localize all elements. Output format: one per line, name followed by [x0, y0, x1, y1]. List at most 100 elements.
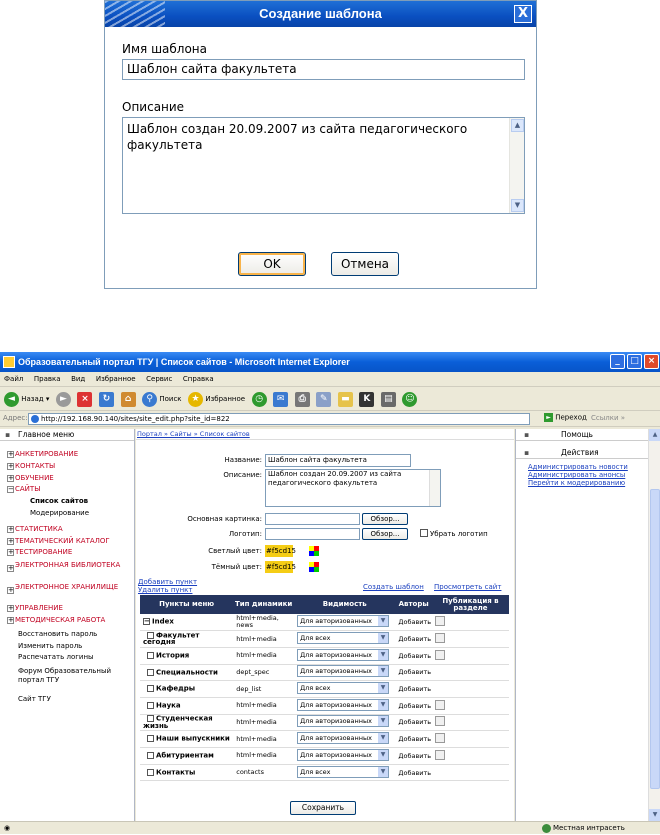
- main-image-input[interactable]: [265, 513, 360, 525]
- address-input[interactable]: http://192.168.90.140/sites/site_edit.ph…: [28, 413, 530, 425]
- cancel-button[interactable]: Отмена: [331, 252, 399, 276]
- nav-item-testing[interactable]: + ТЕСТИРОВАНИЕ: [0, 547, 134, 559]
- ok-button[interactable]: OK: [238, 252, 306, 276]
- authors-cell[interactable]: Добавить: [395, 680, 432, 698]
- nav-item-education[interactable]: + ОБУЧЕНИЕ: [0, 473, 134, 485]
- menu-favorites[interactable]: Избранное: [92, 372, 140, 387]
- messenger-button[interactable]: ☺: [402, 391, 418, 407]
- edit-page-icon[interactable]: [434, 749, 445, 760]
- delete-item-link[interactable]: Удалить пункт: [138, 586, 192, 594]
- logo-input[interactable]: [265, 528, 360, 540]
- authors-cell[interactable]: Добавить: [395, 730, 432, 748]
- edit-page-icon[interactable]: [434, 649, 445, 660]
- nav-item-statistics[interactable]: + СТАТИСТИКА: [0, 524, 134, 536]
- browse-logo-button[interactable]: Обзор...: [362, 528, 408, 540]
- row-checkbox[interactable]: [147, 685, 154, 693]
- row-checkbox[interactable]: [147, 752, 154, 760]
- print-logins-link[interactable]: Распечатать логины: [0, 652, 134, 664]
- forum-link[interactable]: Форум Образовательный портал ТГУ: [0, 664, 120, 694]
- authors-cell[interactable]: Добавить: [395, 714, 432, 732]
- print-button[interactable]: ⎙: [294, 391, 310, 407]
- menu-edit[interactable]: Правка: [30, 372, 65, 387]
- manage-announcements-link[interactable]: Администрировать анонсы: [516, 471, 648, 479]
- dark-palette-icon[interactable]: [309, 562, 319, 572]
- nav-item-catalog[interactable]: + ТЕМАТИЧЕСКИЙ КАТАЛОГ: [0, 536, 134, 548]
- menu-view[interactable]: Вид: [67, 372, 89, 387]
- nav-item-management[interactable]: + УПРАВЛЕНИЕ: [0, 603, 134, 615]
- row-checkbox[interactable]: [147, 651, 154, 659]
- site-description-scrollbar[interactable]: [429, 470, 440, 506]
- row-checkbox[interactable]: [147, 668, 154, 676]
- visibility-select[interactable]: Для авторизованных ▼: [297, 665, 390, 678]
- nav-item-surveys[interactable]: + АНКЕТИРОВАНИЕ: [0, 449, 134, 461]
- save-button[interactable]: Сохранить: [290, 801, 356, 815]
- row-checkbox[interactable]: [147, 735, 154, 743]
- minimize-icon[interactable]: _: [610, 354, 625, 369]
- authors-cell[interactable]: Добавить: [395, 664, 432, 682]
- scroll-thumb[interactable]: [650, 489, 660, 789]
- edit-page-icon[interactable]: [434, 716, 445, 727]
- visibility-select[interactable]: Для авторизованных ▼: [297, 698, 390, 711]
- visibility-select[interactable]: Для авторизованных ▼: [297, 748, 390, 761]
- folder-button[interactable]: ▬: [337, 391, 353, 407]
- authors-cell[interactable]: Добавить: [395, 630, 432, 648]
- nav-subitem-site-list[interactable]: Список сайтов: [0, 496, 134, 508]
- authors-cell[interactable]: Добавить: [395, 614, 432, 632]
- menu-file[interactable]: Файл: [0, 372, 27, 387]
- close-icon[interactable]: X: [514, 5, 532, 23]
- light-palette-icon[interactable]: [309, 546, 319, 556]
- restore-password-link[interactable]: Восстановить пароль: [0, 629, 134, 641]
- scroll-up-icon[interactable]: ▲: [511, 119, 524, 132]
- page-scrollbar[interactable]: ▲ ▼: [648, 429, 660, 821]
- forward-button[interactable]: ►: [55, 391, 71, 407]
- go-button[interactable]: ► Переход: [544, 413, 587, 422]
- remove-logo-checkbox[interactable]: [420, 529, 428, 537]
- add-item-link[interactable]: Добавить пункт: [138, 578, 197, 586]
- site-name-input[interactable]: Шаблон сайта факультета: [265, 454, 411, 467]
- research-button[interactable]: ▤: [380, 391, 396, 407]
- refresh-button[interactable]: ↻: [99, 391, 115, 407]
- nav-item-sites[interactable]: − САЙТЫ: [0, 484, 134, 496]
- maximize-icon[interactable]: □: [627, 354, 642, 369]
- menu-help[interactable]: Справка: [179, 372, 218, 387]
- back-button[interactable]: ◄ Назад ▾: [4, 391, 49, 407]
- collapse-icon[interactable]: −: [143, 618, 150, 626]
- visibility-select[interactable]: Для всех ▼: [297, 682, 390, 695]
- edit-page-icon[interactable]: [434, 733, 445, 744]
- edit-page-icon[interactable]: [434, 616, 445, 627]
- university-site-link[interactable]: Сайт ТГУ: [0, 694, 134, 706]
- manage-news-link[interactable]: Администрировать новости: [516, 463, 648, 471]
- links-button[interactable]: Ссылки »: [591, 414, 625, 422]
- go-to-moderation-link[interactable]: Перейти к модерированию: [516, 479, 648, 487]
- description-scrollbar[interactable]: ▲ ▼: [509, 118, 524, 213]
- light-color-value[interactable]: #f5cd15: [265, 545, 296, 557]
- nav-item-library[interactable]: + ЭЛЕКТРОННАЯ БИБЛИОТЕКА: [0, 559, 134, 581]
- scroll-down-icon[interactable]: ▼: [511, 199, 524, 212]
- change-password-link[interactable]: Изменить пароль: [0, 641, 134, 653]
- visibility-select[interactable]: Для авторизованных ▼: [297, 648, 390, 661]
- search-button[interactable]: ⚲ Поиск: [142, 391, 182, 407]
- nav-item-contacts[interactable]: + КОНТАКТЫ: [0, 461, 134, 473]
- authors-cell[interactable]: Добавить: [395, 747, 432, 765]
- create-template-link[interactable]: Создать шаблон: [363, 583, 424, 591]
- nav-item-storage[interactable]: + ЭЛЕКТРОННОЕ ХРАНИЛИЩЕ: [0, 581, 134, 603]
- home-button[interactable]: ⌂: [120, 391, 136, 407]
- edit-button[interactable]: ✎: [316, 391, 332, 407]
- visibility-select[interactable]: Для авторизованных ▼: [297, 715, 390, 728]
- visibility-select[interactable]: Для всех ▼: [297, 765, 390, 778]
- help-header[interactable]: ▪ Помощь: [516, 429, 648, 441]
- visibility-select[interactable]: Для авторизованных ▼: [297, 615, 390, 628]
- breadcrumb[interactable]: Портал » Сайты » Список сайтов: [136, 429, 514, 440]
- description-textarea[interactable]: Шаблон создан 20.09.2007 из сайта педаго…: [122, 117, 525, 214]
- authors-cell[interactable]: Добавить: [395, 697, 432, 715]
- authors-cell[interactable]: Добавить: [395, 647, 432, 665]
- dark-color-value[interactable]: #f5cd15: [265, 561, 296, 573]
- scroll-up-icon[interactable]: ▲: [649, 429, 660, 441]
- visibility-select[interactable]: Для всех ▼: [297, 632, 390, 645]
- edit-page-icon[interactable]: [434, 699, 445, 710]
- stop-button[interactable]: ×: [77, 391, 93, 407]
- nav-subitem-moderation[interactable]: Модерирование: [0, 508, 134, 520]
- edit-page-icon[interactable]: [434, 633, 445, 644]
- row-checkbox[interactable]: [147, 768, 154, 776]
- scroll-down-icon[interactable]: ▼: [649, 809, 660, 821]
